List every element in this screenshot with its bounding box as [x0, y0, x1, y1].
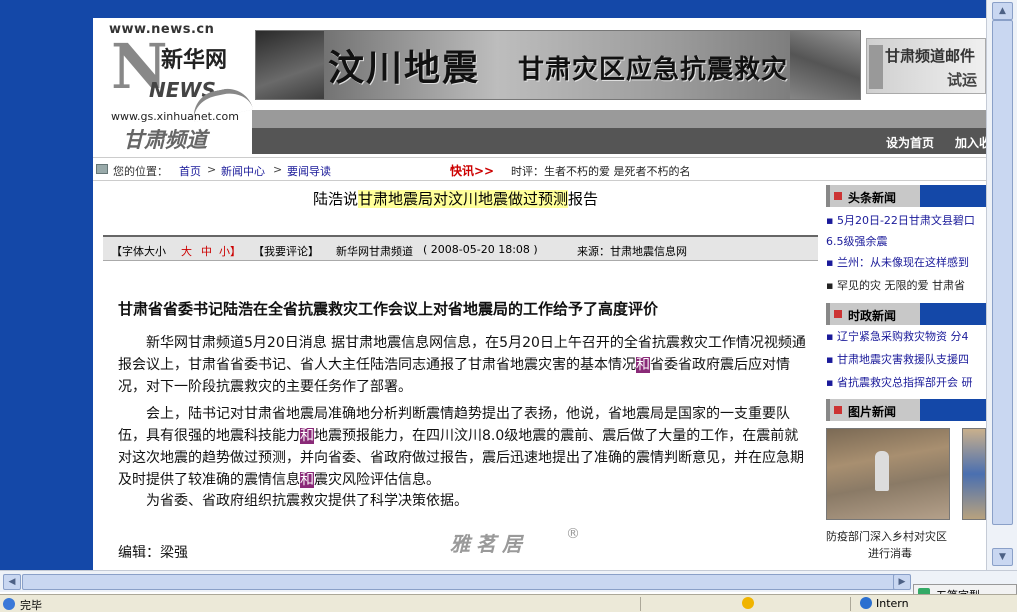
banner-relief-text: 甘肃灾区应急抗震救灾 [518, 55, 789, 85]
nav-top-bar [252, 110, 986, 128]
scroll-right-arrow-icon[interactable]: ▶ [893, 574, 911, 590]
article-editor: 编辑：梁强 [118, 545, 188, 561]
article-paragraph: 会上，陆书记对甘肃省地震局准确地分析判断震情趋势提出了表扬，他说，省地震局是国家… [118, 403, 806, 491]
banner-photo [256, 31, 324, 99]
sidebar-news-item[interactable]: ▪ 省抗震救灾总指挥部开会 研 [826, 374, 986, 390]
mail-banner-line1: 甘肃频道邮件 [885, 47, 976, 65]
sidebar-news-item[interactable]: ▪ 5月20日-22日甘肃文县碧口 [826, 212, 986, 228]
vertical-scroll-thumb[interactable] [992, 20, 1013, 525]
breadcrumb: 您的位置： 首页 > 新闻中心 > 要闻导读 快讯>> 时评：生者不朽的爱 是死… [93, 157, 986, 181]
status-text: 完毕 [20, 599, 42, 612]
title-suffix: 报告 [568, 190, 599, 208]
headline-news-header: 头条新闻 [826, 185, 986, 207]
banner-rubble-photo [790, 31, 860, 99]
horizontal-scroll-thumb[interactable] [22, 574, 907, 590]
section-bullet-icon [834, 310, 842, 318]
security-zone-text: Intern [876, 597, 909, 610]
watermark-registered: ® [566, 526, 580, 542]
vertical-scrollbar[interactable]: ▲ ▼ [986, 0, 1017, 570]
top-strip [93, 0, 986, 18]
left-page-margin [0, 0, 93, 570]
section-header-band [920, 399, 986, 421]
sidebar-news-item[interactable]: ▪ 兰州：从未像现在这样感到 [826, 254, 986, 270]
article-source: 来源：甘肃地震信息网 [577, 245, 687, 258]
earthquake-banner[interactable]: 汶川地震 甘肃灾区应急抗震救灾 [255, 30, 861, 100]
sidebar-news-item[interactable]: ▪ 罕见的灾 无限的爱 甘肃省 [826, 277, 986, 293]
scroll-left-arrow-icon[interactable]: ◀ [3, 574, 21, 590]
scroll-up-arrow-icon[interactable]: ▲ [992, 2, 1013, 20]
news-photo[interactable] [962, 428, 986, 520]
breadcrumb-separator: > [207, 163, 217, 176]
font-size-large[interactable]: 大 [181, 243, 192, 259]
politics-news-header: 时政新闻 [826, 303, 986, 325]
sidebar-news-item[interactable]: 6.5级强余震 [826, 233, 986, 249]
article-info-bar: 【字体大小 大 中 小】 【我要评论】 新华网甘肃频道 ( 2008-05-20… [103, 235, 818, 261]
article-paragraph: 为省委、省政府组织抗震救灾提供了科学决策依据。 [146, 493, 468, 509]
banner-quake-text: 汶川地震 [328, 48, 481, 89]
photo-news-header: 图片新闻 [826, 399, 986, 421]
section-title: 头条新闻 [848, 191, 897, 205]
publish-date: ( 2008-05-20 18:08 ) [423, 243, 538, 256]
status-divider [850, 597, 851, 611]
article-paragraph: 新华网甘肃频道5月20日消息 据甘肃地震信息网信息，在5月20日上午召开的全省抗… [118, 332, 806, 398]
sidebar-news-item[interactable]: ▪ 甘肃地震灾害救援队支援四 [826, 351, 986, 367]
comment-link[interactable]: 【我要评论】 [253, 243, 319, 259]
breadcrumb-news-center[interactable]: 新闻中心 [221, 163, 265, 179]
section-bullet-icon [834, 192, 842, 200]
section-title: 图片新闻 [848, 405, 897, 419]
article-title: 陆浩说甘肃地震局对汶川地震做过预测报告 [93, 188, 818, 209]
location-label: 您的位置： [113, 165, 168, 178]
title-prefix: 陆浩说 [312, 190, 358, 208]
watermark-brand: 雅茗居 [450, 532, 528, 556]
horizontal-scrollbar[interactable]: ◀ ▶ [0, 570, 1017, 592]
section-header-band [920, 185, 986, 207]
navbar: 设为首页 加入收 [252, 128, 986, 154]
logo-sub-domain: www.gs.xinhuanet.com [111, 110, 239, 123]
flash-label: 快讯>> [450, 164, 495, 178]
highlight-text: 和 [300, 428, 314, 444]
font-size-medium[interactable]: 中 [201, 243, 212, 259]
highlight-text: 和 [636, 357, 650, 373]
mail-banner-line2: 试运 [947, 71, 978, 89]
xinhua-logo[interactable]: www.news.cn N 新华网 NEWS www.gs.xinhuanet.… [101, 20, 254, 155]
breadcrumb-separator: > [273, 163, 283, 176]
status-divider [640, 597, 641, 611]
news-ticker[interactable]: 时评：生者不朽的爱 是死者不朽的名 [511, 163, 691, 179]
breadcrumb-headlines[interactable]: 要闻导读 [287, 163, 331, 179]
logo-channel: 甘肃频道 [123, 128, 207, 152]
web-page: www.news.cn N 新华网 NEWS www.gs.xinhuanet.… [93, 0, 986, 570]
set-home-link[interactable]: 设为首页 [886, 134, 934, 151]
breadcrumb-home[interactable]: 首页 [179, 163, 201, 179]
paragraph-text: 震灾风险评估信息。 [314, 472, 440, 488]
photo-caption[interactable]: 防疫部门深入乡村对灾区 [826, 528, 986, 544]
mail-banner-icon [869, 45, 883, 89]
section-header-band [920, 303, 986, 325]
page-status-icon [3, 598, 15, 610]
add-favorite-link[interactable]: 加入收 [955, 134, 986, 151]
news-photo[interactable] [826, 428, 950, 520]
site-watermark: 雅茗居 ® [450, 526, 590, 568]
warning-icon[interactable] [742, 597, 754, 609]
highlight-text: 和 [300, 472, 314, 488]
photo-figure [875, 451, 889, 491]
photo-caption[interactable]: 进行消毒 [868, 545, 912, 561]
article-headline: 甘肃省省委书记陆浩在全省抗震救灾工作会议上对省地震局的工作给予了高度评价 [118, 300, 659, 318]
font-size-small[interactable]: 小】 [219, 243, 241, 259]
internet-zone-icon [860, 597, 872, 609]
section-title: 时政新闻 [848, 309, 897, 323]
scroll-down-arrow-icon[interactable]: ▼ [992, 548, 1013, 566]
location-icon [96, 164, 108, 174]
source-site: 新华网甘肃频道 [336, 245, 413, 258]
mail-banner[interactable]: 甘肃频道邮件 试运 [866, 38, 986, 94]
title-highlight: 甘肃地震局对汶川地震做过预测 [357, 190, 568, 208]
status-bar: 完毕 Intern [0, 594, 1017, 612]
logo-xinhua: 新华网 [161, 48, 228, 73]
font-size-label: 【字体大小 [111, 245, 166, 258]
sidebar-news-item[interactable]: ▪ 辽宁紧急采购救灾物资 分4 [826, 328, 986, 344]
section-bullet-icon [834, 406, 842, 414]
